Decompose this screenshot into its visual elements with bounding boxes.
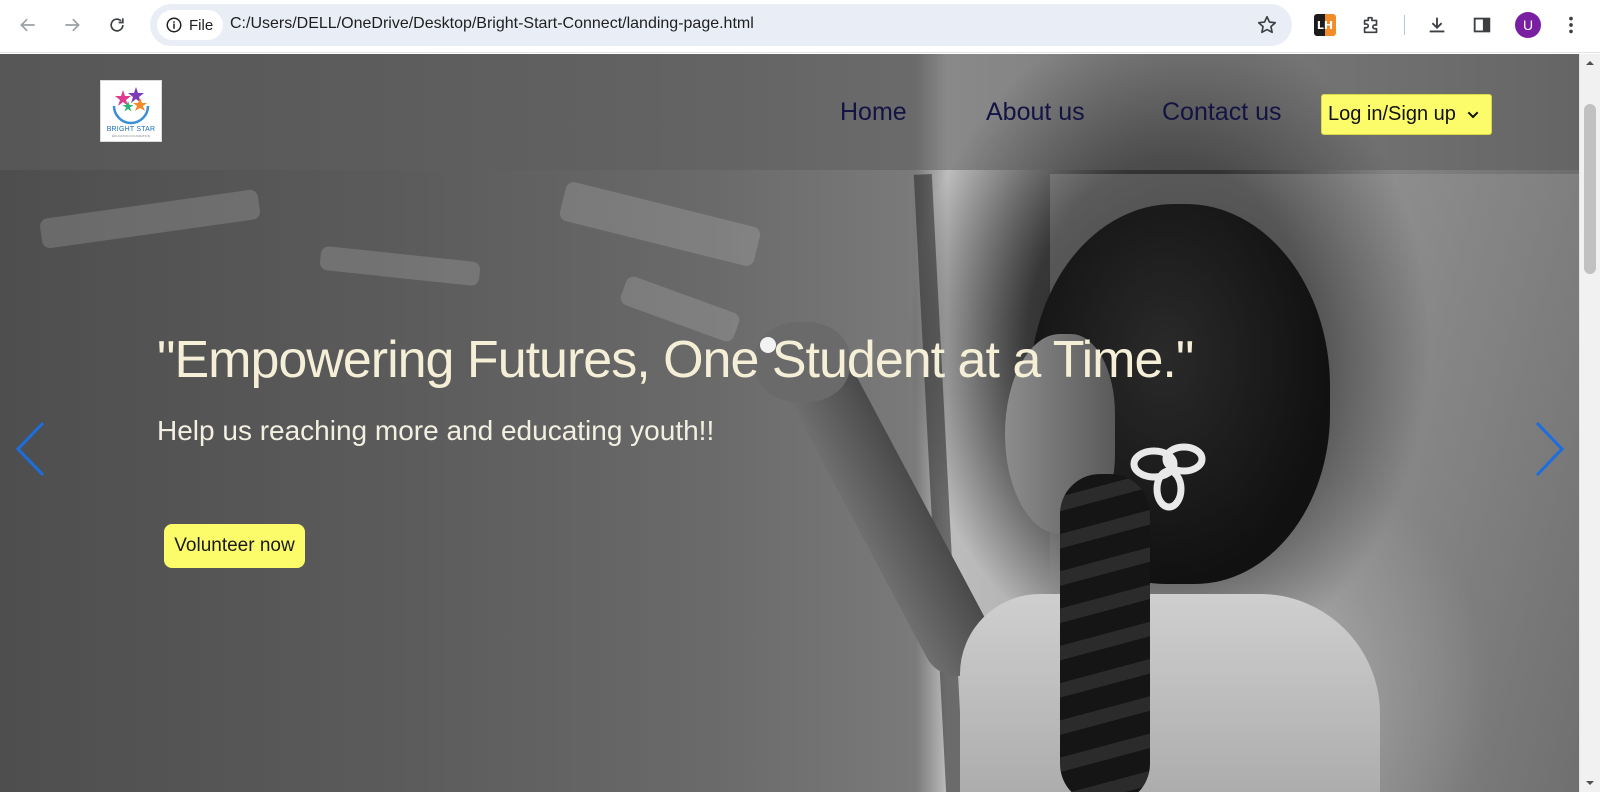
carousel-next-button[interactable]: [1530, 418, 1570, 480]
info-icon: [166, 17, 182, 33]
logo-subtext: EDUCATION FOUNDATION: [112, 134, 150, 138]
toolbar-separator: [1404, 15, 1405, 35]
logo-text: BRIGHT STAR: [106, 126, 156, 133]
side-panel-button[interactable]: [1469, 12, 1495, 38]
hero-title: "Empowering Futures, One Student at a Ti…: [157, 331, 1194, 389]
nav-about-us[interactable]: About us: [986, 98, 1085, 127]
scroll-up-icon[interactable]: [1585, 58, 1595, 68]
star-logo-icon: [112, 87, 150, 125]
site-info-chip[interactable]: File: [157, 10, 224, 40]
reload-icon: [110, 18, 124, 32]
forward-button[interactable]: [56, 9, 88, 41]
login-signup-dropdown[interactable]: Log in/Sign up: [1321, 94, 1492, 135]
back-button[interactable]: [12, 9, 44, 41]
chevron-left-icon: [15, 421, 45, 477]
address-bar[interactable]: File C:/Users/DELL/OneDrive/Desktop/Brig…: [150, 4, 1292, 46]
chevron-right-icon: [1535, 421, 1565, 477]
nav-home[interactable]: Home: [840, 98, 907, 127]
browser-toolbar: File C:/Users/DELL/OneDrive/Desktop/Brig…: [0, 0, 1600, 53]
carousel-prev-button[interactable]: [10, 418, 50, 480]
board-edge: [913, 173, 965, 792]
url-text[interactable]: C:/Users/DELL/OneDrive/Desktop/Bright-St…: [230, 15, 754, 33]
profile-avatar[interactable]: U: [1515, 12, 1541, 38]
lighthouse-extension[interactable]: LH: [1312, 12, 1338, 38]
scroll-thumb[interactable]: [1584, 104, 1596, 274]
downloads-button[interactable]: [1424, 12, 1450, 38]
lighthouse-icon: LH: [1314, 14, 1336, 36]
back-icon: [20, 18, 35, 32]
page-scrollbar[interactable]: [1579, 54, 1600, 792]
hair-ribbon: [1130, 443, 1206, 511]
nav-contact-us[interactable]: Contact us: [1162, 98, 1282, 127]
more-icon: [1569, 16, 1573, 34]
star-icon[interactable]: [1256, 14, 1278, 36]
browser-menu-button[interactable]: [1558, 12, 1584, 38]
volunteer-now-button[interactable]: Volunteer now: [164, 524, 305, 568]
hero-subtitle: Help us reaching more and educating yout…: [157, 415, 715, 446]
extensions-button[interactable]: [1358, 12, 1384, 38]
page-viewport: BRIGHT STAR EDUCATION FOUNDATION Home Ab…: [0, 54, 1579, 792]
chevron-down-icon: [1467, 111, 1479, 118]
side-panel-icon: [1473, 17, 1491, 33]
student-shirt: [960, 594, 1380, 792]
extensions-icon: [1363, 16, 1378, 34]
scroll-down-icon[interactable]: [1585, 778, 1595, 788]
student-braid: [1060, 474, 1150, 792]
forward-icon: [65, 18, 80, 32]
login-signup-label: Log in/Sign up: [1328, 103, 1456, 125]
download-icon: [1429, 17, 1445, 33]
site-logo[interactable]: BRIGHT STAR EDUCATION FOUNDATION: [100, 80, 162, 142]
site-header: BRIGHT STAR EDUCATION FOUNDATION Home Ab…: [0, 54, 1579, 170]
site-chip-label: File: [189, 16, 214, 34]
chalk-mark: [319, 245, 481, 287]
chalk-mark: [38, 188, 262, 250]
reload-button[interactable]: [101, 9, 133, 41]
chalk-mark: [558, 180, 762, 268]
